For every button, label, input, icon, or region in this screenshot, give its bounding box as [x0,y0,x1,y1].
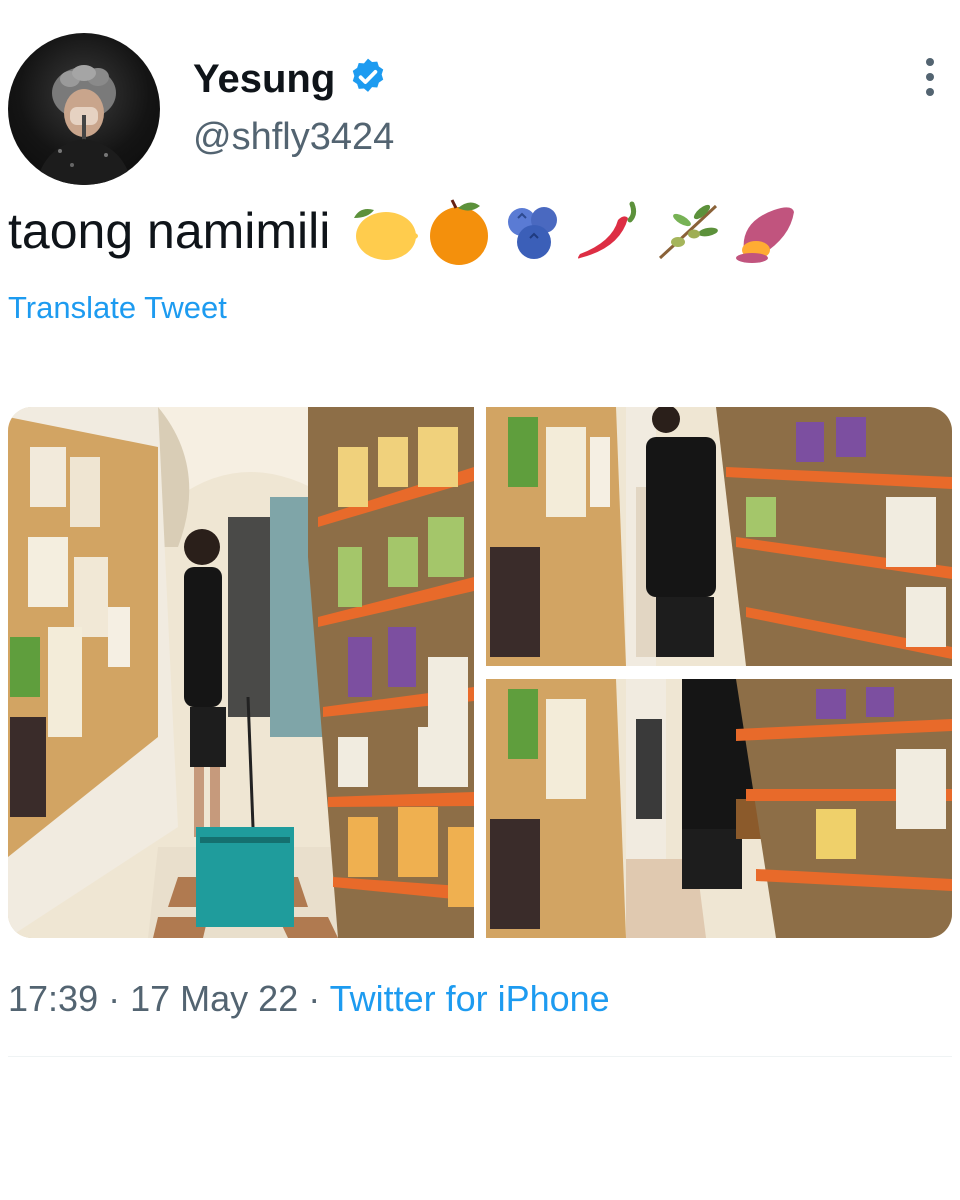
translate-tweet-link[interactable]: Translate Tweet [8,290,227,326]
author-avatar[interactable] [8,33,160,185]
photo-2-image [486,407,952,666]
emoji-group [348,196,800,266]
tweet-source-link[interactable]: Twitter for iPhone [330,978,610,1019]
photo-1-image [8,407,474,938]
meta-separator: · [308,978,330,1019]
hot-pepper-emoji [578,201,637,259]
photo-3[interactable] [486,679,952,938]
orange-emoji [430,199,489,265]
tweet-meta: 17:39 · 17 May 22 · Twitter for iPhone [8,978,610,1020]
tweet-date[interactable]: 17 May 22 [130,978,298,1019]
author-handle[interactable]: @shfly3424 [193,116,394,159]
photo-2[interactable] [486,407,952,666]
tweet-text: taong namimili [8,203,331,259]
lemon-emoji [354,209,419,260]
verified-badge-icon [347,56,389,103]
photo-1[interactable] [8,407,474,938]
author-name-row[interactable]: Yesung [193,55,389,103]
media-grid [8,407,952,938]
more-options-icon[interactable] [920,58,940,100]
blueberries-emoji [508,207,558,259]
meta-separator: · [108,978,131,1019]
olive-branch-emoji [659,204,719,260]
tweet-body: taong namimili [8,196,800,266]
tweet-time[interactable]: 17:39 [8,978,98,1019]
author-name[interactable]: Yesung [193,57,335,102]
sweet-potato-emoji [736,207,795,263]
avatar-image [36,65,132,185]
divider [8,1056,952,1057]
photo-3-image [486,679,952,938]
